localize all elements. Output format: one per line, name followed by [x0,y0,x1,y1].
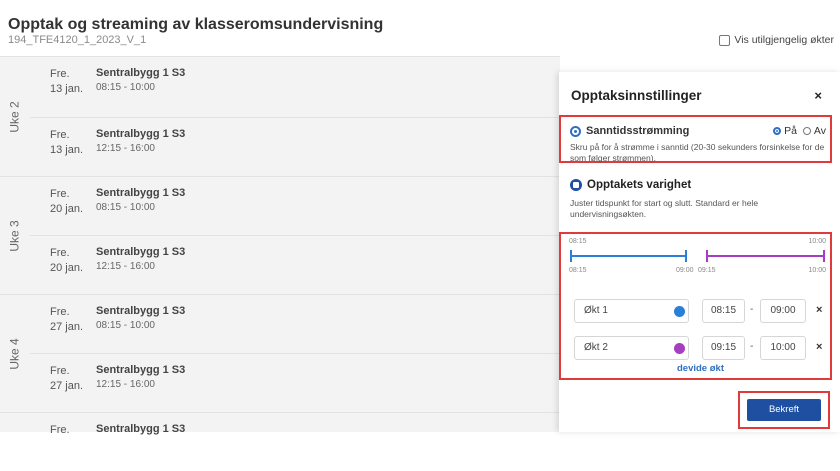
duration-title: Opptakets varighet [570,179,691,191]
radio-on[interactable] [773,127,782,135]
list-item[interactable]: Fre. 27 jan. Sentralbygg 1 S3 08:15 - 10:… [30,295,560,353]
session-date: 13 jan. [50,83,84,95]
segment-color-dot [674,343,685,354]
show-unavailable-label: Vis utilgjengelig økter [734,34,834,46]
session-date: 27 jan. [50,380,84,392]
segment-1-start-label: 08:15 [569,267,587,274]
segment-2-start-label: 09:15 [698,267,716,274]
segment-name-field[interactable]: Økt 2 [574,336,689,360]
list-item[interactable]: Fre. 13 jan. Sentralbygg 1 S3 08:15 - 10:… [30,57,560,115]
timeline-end-label: 10:00 [808,238,826,245]
list-item[interactable]: Fre. 20 jan. Sentralbygg 1 S3 12:15 - 16:… [30,235,560,294]
streaming-title: Sanntidsstrømming [570,125,689,137]
radio-off-label[interactable]: Av [814,125,826,137]
duration-description: Juster tidspunkt for start og slutt. Sta… [570,198,759,219]
week-group: Uke 4 Fre. 27 jan. Sentralbygg 1 S3 08:15… [0,294,560,413]
remove-segment-icon[interactable]: × [816,341,822,353]
streaming-toggle: På Av [773,125,826,137]
segment-1-bar [571,255,686,257]
page-header: Opptak og streaming av klasseromsundervi… [0,0,840,56]
segment-1-end-label: 09:00 [676,267,694,274]
radio-on-label[interactable]: På [784,125,797,137]
segment-1-end-handle[interactable] [685,250,687,262]
broadcast-icon [570,125,581,137]
session-day: Fre. [50,188,70,200]
time-separator: - [750,304,754,315]
list-item[interactable]: Fre. 20 jan. Sentralbygg 1 S3 08:15 - 10:… [30,177,560,235]
panel-title: Opptaksinnstillinger [571,88,702,103]
end-time-field[interactable]: 09:00 [760,299,806,323]
session-date: 20 jan. [50,203,84,215]
session-time: 12:15 - 16:00 [96,379,155,390]
session-day: Fre. [50,247,70,259]
session-date: 20 jan. [50,262,84,274]
list-item[interactable]: Fre. Sentralbygg 1 S3 [30,413,560,471]
session-location: Sentralbygg 1 S3 [96,246,186,258]
session-location: Sentralbygg 1 S3 [96,128,186,140]
show-unavailable-toggle[interactable]: Vis utilgjengelig økter [719,34,834,46]
timeline-start-label: 08:15 [569,238,587,245]
week-label: Uke 4 [8,338,23,370]
session-location: Sentralbygg 1 S3 [96,305,186,317]
streaming-description: Skru på for å strømme i sanntid (20-30 s… [570,142,825,163]
session-day: Fre. [50,365,70,377]
session-time: 08:15 - 10:00 [96,82,155,93]
session-location: Sentralbygg 1 S3 [96,67,186,79]
session-list: Uke 2 Fre. 13 jan. Sentralbygg 1 S3 08:15… [0,56,560,436]
session-date: 13 jan. [50,144,84,156]
segment-name-field[interactable]: Økt 1 [574,299,689,323]
session-location: Sentralbygg 1 S3 [96,364,186,376]
stop-icon [570,179,582,191]
segment-2-bar [707,255,824,257]
end-time-field[interactable]: 10:00 [760,336,806,360]
session-day: Fre. [50,306,70,318]
list-item[interactable]: Fre. 13 jan. Sentralbygg 1 S3 12:15 - 16:… [30,117,560,176]
week-label: Uke 3 [8,220,23,252]
split-segment-link[interactable]: devide økt [677,363,724,374]
remove-segment-icon[interactable]: × [816,304,822,316]
checkbox-icon[interactable] [719,34,731,46]
start-time-field[interactable]: 08:15 [702,299,745,323]
session-time: 12:15 - 16:00 [96,261,155,272]
week-group: Uke 2 Fre. 13 jan. Sentralbygg 1 S3 08:15… [0,56,560,177]
session-location: Sentralbygg 1 S3 [96,187,186,199]
segment-row: Økt 1 08:15 - 09:00 × [574,299,828,325]
recording-settings-panel: Opptaksinnstillinger × Sanntidsstrømming… [559,72,840,432]
session-time: 08:15 - 10:00 [96,202,155,213]
segment-row: Økt 2 09:15 - 10:00 × [574,336,828,362]
close-icon[interactable]: × [814,88,822,103]
session-day: Fre. [50,129,70,141]
time-separator: - [750,341,754,352]
week-group: Uke 3 Fre. 20 jan. Sentralbygg 1 S3 08:15… [0,176,560,295]
start-time-field[interactable]: 09:15 [702,336,745,360]
radio-off[interactable] [802,127,811,135]
segment-2-end-handle[interactable] [823,250,825,262]
segment-color-dot [674,306,685,317]
page-title: Opptak og streaming av klasseromsundervi… [8,16,384,33]
course-code: 194_TFE4120_1_2023_V_1 [8,34,147,46]
session-date: 27 jan. [50,321,84,333]
week-label: Uke 2 [8,101,23,133]
session-time: 08:15 - 10:00 [96,320,155,331]
session-day: Fre. [50,424,70,436]
list-item[interactable]: Fre. 27 jan. Sentralbygg 1 S3 12:15 - 16:… [30,353,560,412]
week-group: Fre. Sentralbygg 1 S3 [0,412,560,436]
session-location: Sentralbygg 1 S3 [96,423,186,435]
confirm-button[interactable]: Bekreft [747,399,821,421]
segment-2-end-label: 10:00 [808,267,826,274]
session-day: Fre. [50,68,70,80]
session-time: 12:15 - 16:00 [96,143,155,154]
